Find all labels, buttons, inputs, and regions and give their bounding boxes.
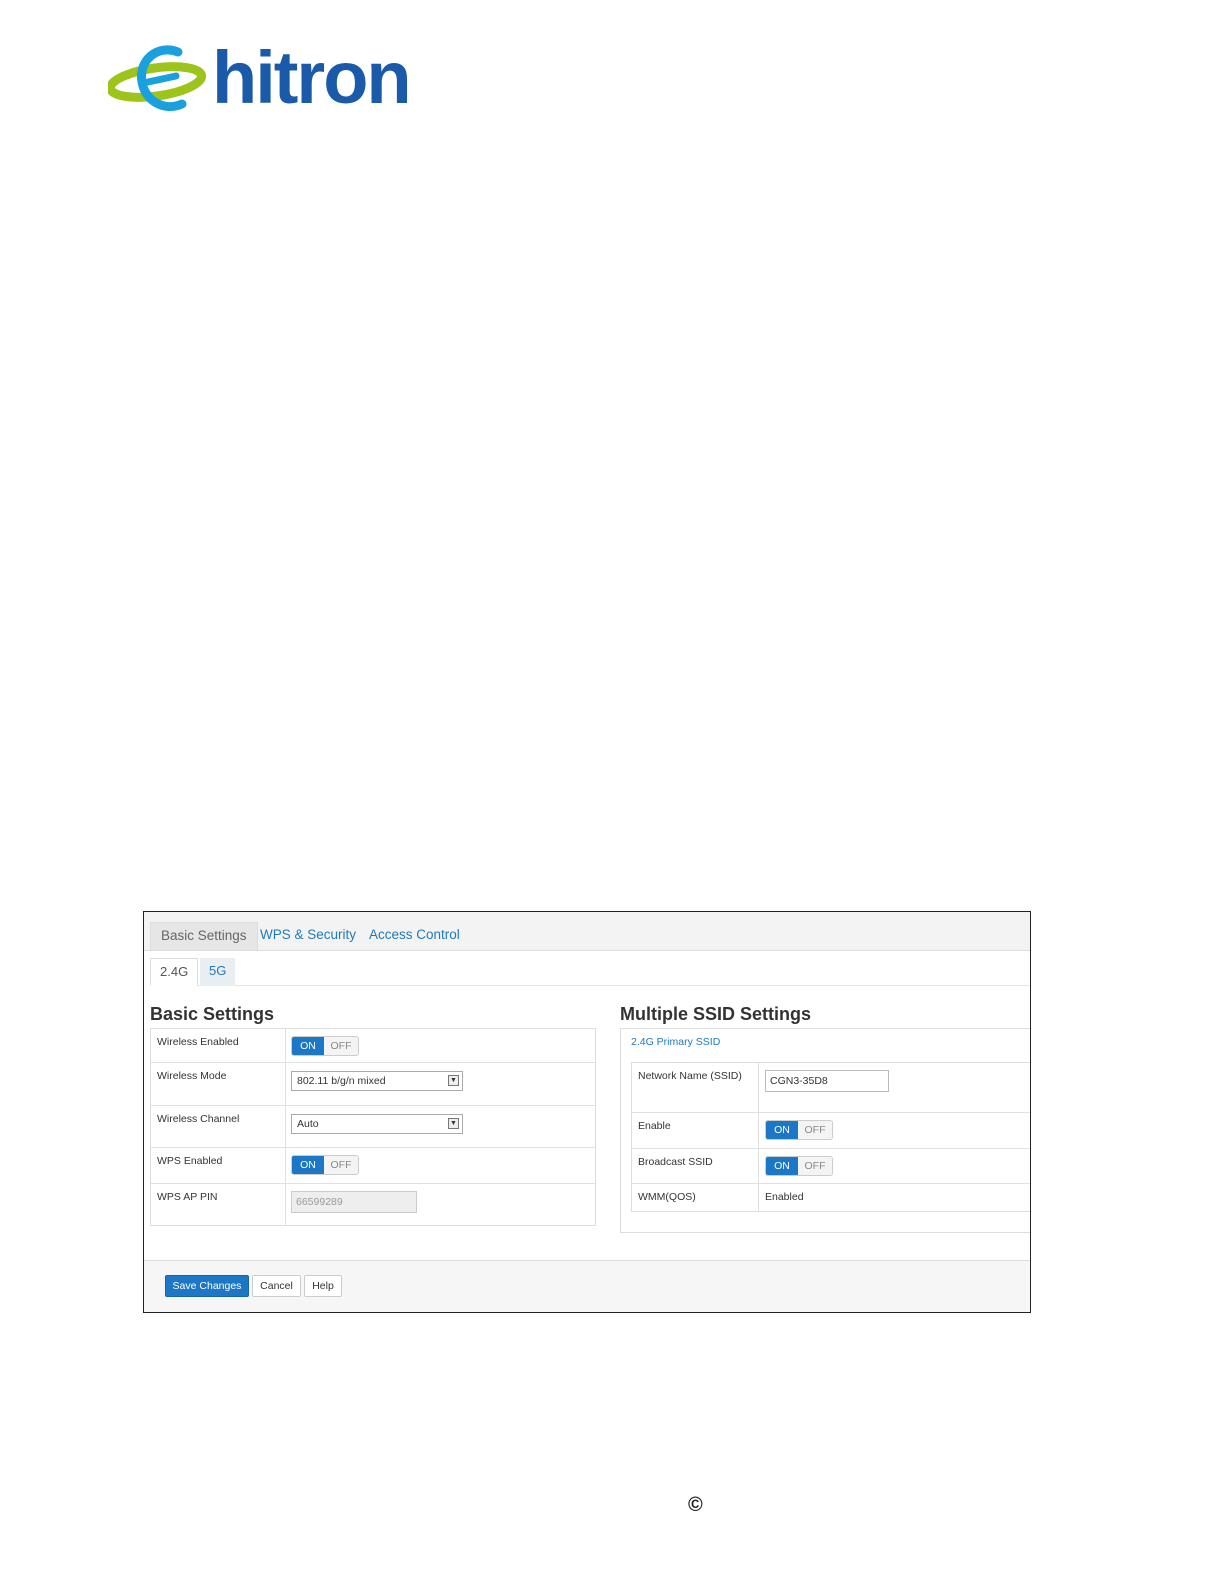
multiple-ssid-panel: 2.4G Primary SSID Network Name (SSID) CG… (620, 1028, 1030, 1233)
tab-band-2-4g[interactable]: 2.4G (150, 958, 199, 986)
toggle-on-label: ON (292, 1037, 324, 1055)
toggle-off-label: OFF (324, 1156, 358, 1174)
wmm-qos-value: Enabled (765, 1191, 804, 1203)
row-enable: Enable ON OFF (632, 1113, 1030, 1149)
toggle-off-label: OFF (798, 1157, 832, 1175)
wireless-mode-value: 802.11 b/g/n mixed (297, 1075, 386, 1087)
help-button[interactable]: Help (304, 1275, 342, 1297)
toggle-on-label: ON (766, 1157, 798, 1175)
wps-enabled-label: WPS Enabled (157, 1155, 223, 1167)
band-tab-divider (150, 985, 1030, 986)
row-wireless-channel: Wireless Channel Auto ▼ (151, 1106, 595, 1148)
toggle-on-label: ON (766, 1121, 798, 1139)
wireless-channel-select[interactable]: Auto ▼ (291, 1114, 463, 1134)
logo-wordmark: hitron (212, 36, 412, 119)
toggle-off-label: OFF (324, 1037, 358, 1055)
router-config-screenshot: Basic Settings WPS & Security Access Con… (143, 911, 1031, 1313)
tab-basic-settings[interactable]: Basic Settings (150, 922, 258, 950)
wireless-enabled-toggle[interactable]: ON OFF (291, 1036, 359, 1056)
ssid-enable-toggle[interactable]: ON OFF (765, 1120, 833, 1140)
wps-enabled-toggle[interactable]: ON OFF (291, 1155, 359, 1175)
primary-ssid-link[interactable]: 2.4G Primary SSID (631, 1036, 720, 1048)
tab-access-control[interactable]: Access Control (359, 922, 470, 950)
main-tab-bar: Basic Settings WPS & Security Access Con… (144, 912, 1030, 951)
wireless-mode-label: Wireless Mode (157, 1070, 227, 1082)
row-wmm-qos: WMM(QOS) Enabled (632, 1184, 1030, 1212)
wireless-enabled-label: Wireless Enabled (157, 1036, 239, 1048)
wireless-mode-select[interactable]: 802.11 b/g/n mixed ▼ (291, 1071, 463, 1091)
wireless-channel-label: Wireless Channel (157, 1113, 240, 1125)
logo-swoosh-icon (108, 45, 207, 111)
cancel-button[interactable]: Cancel (252, 1275, 301, 1297)
enable-label: Enable (638, 1120, 671, 1132)
broadcast-ssid-toggle[interactable]: ON OFF (765, 1156, 833, 1176)
chevron-down-icon: ▼ (448, 1118, 459, 1129)
toggle-on-label: ON (292, 1156, 324, 1174)
toggle-off-label: OFF (798, 1121, 832, 1139)
basic-settings-title: Basic Settings (150, 1004, 275, 1024)
tab-band-5g[interactable]: 5G (200, 958, 236, 986)
ssid-detail-table: Network Name (SSID) CGN3-35D8 Enable ON … (631, 1062, 1030, 1212)
wps-ap-pin-field: 66599289 (291, 1191, 417, 1213)
row-wps-enabled: WPS Enabled ON OFF (151, 1148, 595, 1184)
row-wps-ap-pin: WPS AP PIN 66599289 (151, 1184, 595, 1226)
broadcast-ssid-label: Broadcast SSID (638, 1156, 713, 1168)
row-wireless-enabled: Wireless Enabled ON OFF (151, 1029, 595, 1063)
row-wireless-mode: Wireless Mode 802.11 b/g/n mixed ▼ (151, 1063, 595, 1106)
row-network-name: Network Name (SSID) CGN3-35D8 (632, 1063, 1030, 1113)
action-bar: Save Changes Cancel Help (144, 1260, 1030, 1312)
wireless-channel-value: Auto (297, 1118, 319, 1130)
network-name-input[interactable]: CGN3-35D8 (765, 1070, 889, 1092)
basic-settings-panel: Wireless Enabled ON OFF Wireless Mode 80… (150, 1028, 596, 1226)
tab-wps-security[interactable]: WPS & Security (250, 922, 366, 950)
wmm-qos-label: WMM(QOS) (638, 1191, 696, 1203)
copyright-symbol: © (688, 1494, 703, 1516)
network-name-label: Network Name (SSID) (638, 1070, 742, 1082)
row-broadcast-ssid: Broadcast SSID ON OFF (632, 1149, 1030, 1184)
save-changes-button[interactable]: Save Changes (165, 1275, 249, 1297)
hitron-logo: hitron (108, 38, 428, 122)
wps-ap-pin-label: WPS AP PIN (157, 1191, 218, 1203)
chevron-down-icon: ▼ (448, 1075, 459, 1086)
multiple-ssid-title: Multiple SSID Settings (620, 1004, 812, 1024)
